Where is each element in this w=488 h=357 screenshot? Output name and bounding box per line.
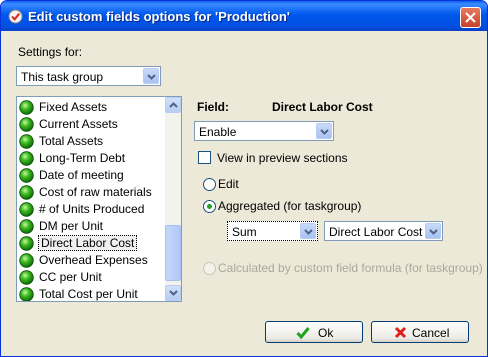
list-item[interactable]: CC per Unit <box>19 269 165 286</box>
list-item[interactable]: # of Units Produced <box>19 201 165 218</box>
title-bar[interactable]: Edit custom fields options for 'Producti… <box>1 1 487 31</box>
green-ball-icon <box>19 185 34 200</box>
aggregate-field-select[interactable]: Direct Labor Cost <box>324 221 443 241</box>
list-item[interactable]: Cost of raw materials <box>19 184 165 201</box>
list-item-label: Total Assets <box>39 134 104 148</box>
settings-for-value: This task group <box>21 70 104 84</box>
aggregated-radio-label: Aggregated (for taskgroup) <box>218 199 362 213</box>
aggregate-function-select[interactable]: Sum <box>227 221 318 241</box>
list-item-label: Total Cost per Unit <box>39 287 138 301</box>
chevron-down-icon <box>320 129 329 135</box>
view-in-preview-label: View in preview sections <box>217 151 348 165</box>
list-item[interactable]: Long-Term Debt <box>19 150 165 167</box>
edit-radio[interactable] <box>203 178 216 191</box>
chevron-down-icon <box>429 229 438 235</box>
list-item[interactable]: DM per Unit <box>19 218 165 235</box>
list-item[interactable]: Direct Labor Cost <box>19 235 165 252</box>
aggregated-radio[interactable] <box>203 200 216 213</box>
settings-dropdown-button[interactable] <box>143 68 159 84</box>
list-scrollbar[interactable] <box>165 97 181 301</box>
field-mode-select[interactable]: Enable <box>194 121 334 141</box>
chevron-down-icon <box>304 229 313 235</box>
chevron-down-icon <box>169 290 178 296</box>
list-item-label: # of Units Produced <box>39 202 145 216</box>
list-item-label: Long-Term Debt <box>39 151 126 165</box>
scroll-down-button[interactable] <box>165 285 181 301</box>
field-name: Direct Labor Cost <box>272 100 373 114</box>
close-icon <box>465 12 476 23</box>
list-item[interactable]: Total Assets <box>19 133 165 150</box>
field-mode-value: Enable <box>199 125 237 139</box>
green-ball-icon <box>19 117 34 132</box>
list-item-label: DM per Unit <box>39 219 104 233</box>
window-title: Edit custom fields options for 'Producti… <box>28 9 290 24</box>
cancel-button[interactable]: Cancel <box>371 321 469 343</box>
green-ball-icon <box>19 253 34 268</box>
list-item-label: Direct Labor Cost <box>38 235 138 251</box>
formula-radio-label: Calculated by custom field formula (for … <box>218 261 483 275</box>
chevron-down-icon <box>147 74 156 80</box>
green-ball-icon <box>19 202 34 217</box>
green-ball-icon <box>19 236 34 251</box>
check-shield-icon <box>8 9 23 24</box>
green-ball-icon <box>19 134 34 149</box>
aggregate-field-value: Direct Labor Cost <box>329 225 423 239</box>
dialog-window: Edit custom fields options for 'Producti… <box>0 0 488 357</box>
settings-for-select[interactable]: This task group <box>16 66 161 86</box>
aggregate-function-value: Sum <box>232 225 257 239</box>
green-ball-icon <box>19 287 34 301</box>
list-item-label: Cost of raw materials <box>39 185 152 199</box>
aggregate-function-dropdown-button[interactable] <box>300 223 316 239</box>
ok-button[interactable]: Ok <box>265 321 363 343</box>
formula-radio[interactable] <box>203 262 216 275</box>
list-item-label: Current Assets <box>39 117 118 131</box>
red-x-icon <box>394 326 407 339</box>
scroll-up-button[interactable] <box>165 97 181 113</box>
list-item-label: Fixed Assets <box>39 100 108 114</box>
list-item-label: Date of meeting <box>39 168 124 182</box>
view-in-preview-checkbox[interactable] <box>198 151 211 164</box>
list-item[interactable]: Overhead Expenses <box>19 252 165 269</box>
settings-for-label: Settings for: <box>18 45 83 59</box>
ok-button-label: Ok <box>318 326 334 340</box>
list-item[interactable]: Total Cost per Unit <box>19 286 165 301</box>
custom-fields-list[interactable]: Fixed Assets Current Assets Total Assets Lo… <box>16 96 182 302</box>
list-item[interactable]: Date of meeting <box>19 167 165 184</box>
checkmark-icon <box>296 327 310 339</box>
edit-radio-label: Edit <box>218 177 239 191</box>
chevron-up-icon <box>169 102 178 108</box>
close-button[interactable] <box>460 7 481 28</box>
list-item[interactable]: Current Assets <box>19 116 165 133</box>
scroll-thumb[interactable] <box>165 225 181 281</box>
aggregate-field-dropdown-button[interactable] <box>425 223 441 239</box>
field-mode-dropdown-button[interactable] <box>316 123 332 139</box>
field-label: Field: <box>197 100 229 114</box>
green-ball-icon <box>19 270 34 285</box>
green-ball-icon <box>19 151 34 166</box>
list-item[interactable]: Fixed Assets <box>19 99 165 116</box>
list-item-label: Overhead Expenses <box>39 253 148 267</box>
green-ball-icon <box>19 219 34 234</box>
green-ball-icon <box>19 168 34 183</box>
list-item-label: CC per Unit <box>39 270 102 284</box>
green-ball-icon <box>19 100 34 115</box>
cancel-button-label: Cancel <box>412 326 450 340</box>
